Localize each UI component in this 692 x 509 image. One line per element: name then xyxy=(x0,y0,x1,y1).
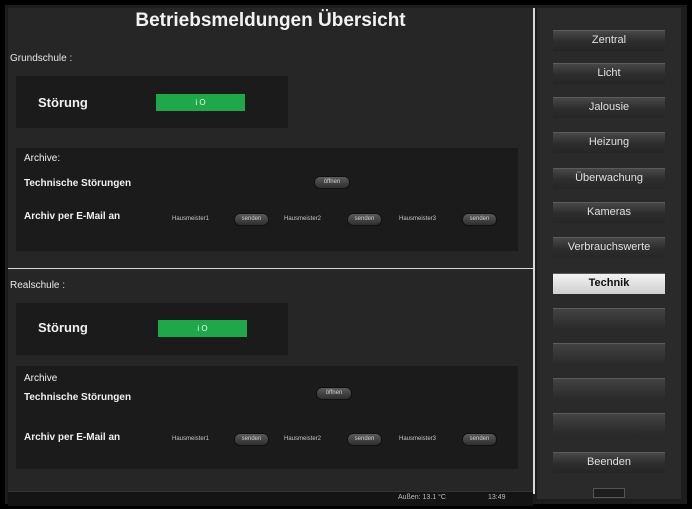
archive-panel-realschule: Archive Technische Störungen öffnen Arch… xyxy=(16,366,518,469)
clock: 13:49 xyxy=(488,494,506,501)
nav-empty-3[interactable] xyxy=(553,378,665,399)
nav-zentral[interactable]: Zentral xyxy=(553,30,665,51)
stoerung-panel-grundschule: Störung i O xyxy=(16,76,288,128)
main-panel: Betriebsmeldungen Übersicht Grundschule … xyxy=(8,8,535,506)
section-divider xyxy=(8,268,533,269)
open-button[interactable]: öffnen xyxy=(314,176,350,189)
stoerung-label: Störung xyxy=(38,320,88,335)
send-button[interactable]: senden xyxy=(347,213,382,226)
archive-label: Archive xyxy=(24,373,58,384)
stoerung-panel-realschule: Störung i O xyxy=(16,303,288,355)
nav-beenden[interactable]: Beenden xyxy=(553,452,665,473)
recipient-name: Hausmeister3 xyxy=(399,436,437,442)
nav-empty-4[interactable] xyxy=(553,413,665,434)
section-label-grundschule: Grundschule : xyxy=(10,53,73,64)
recipient-name: Hausmeister2 xyxy=(284,216,322,222)
send-button[interactable]: senden xyxy=(234,213,269,226)
send-button[interactable]: senden xyxy=(234,433,269,446)
send-button[interactable]: senden xyxy=(462,213,497,226)
nav-empty-1[interactable] xyxy=(553,308,665,329)
recipient-name: Hausmeister3 xyxy=(399,216,437,222)
recipient-name: Hausmeister2 xyxy=(284,436,322,442)
nav-technik[interactable]: Technik xyxy=(553,273,665,294)
archive-panel-grundschule: Archive: Technische Störungen öffnen Arc… xyxy=(16,148,518,251)
nav-ueberwachung[interactable]: Überwachung xyxy=(553,168,665,189)
archive-label: Archive: xyxy=(24,153,61,164)
nav-licht[interactable]: Licht xyxy=(553,63,665,84)
email-archive-label: Archiv per E-Mail an xyxy=(24,432,121,443)
nav-heizung[interactable]: Heizung xyxy=(553,132,665,153)
status-indicator: i O xyxy=(158,320,247,337)
send-button[interactable]: senden xyxy=(462,433,497,446)
nav-jalousie[interactable]: Jalousie xyxy=(553,97,665,118)
nav-empty-2[interactable] xyxy=(553,343,665,364)
tech-stoerungen-label: Technische Störungen xyxy=(24,178,132,189)
email-archive-label: Archiv per E-Mail an xyxy=(24,211,121,222)
sidebar-nav: Zentral Licht Jalousie Heizung Überwachu… xyxy=(537,8,681,499)
stoerung-label: Störung xyxy=(38,95,88,110)
status-bar: Außen: 13.1 °C 13:49 xyxy=(8,491,533,506)
footer-indicator xyxy=(593,488,625,498)
recipient-name: Hausmeister1 xyxy=(172,436,210,442)
send-button[interactable]: senden xyxy=(347,433,382,446)
page-title: Betriebsmeldungen Übersicht xyxy=(135,10,406,31)
outside-temperature: Außen: 13.1 °C xyxy=(398,494,446,501)
tech-stoerungen-label: Technische Störungen xyxy=(24,392,132,403)
open-button[interactable]: öffnen xyxy=(316,387,352,400)
nav-verbrauchswerte[interactable]: Verbrauchswerte xyxy=(553,237,665,258)
section-label-realschule: Realschule : xyxy=(10,280,66,291)
status-indicator: i O xyxy=(156,94,245,111)
nav-kameras[interactable]: Kameras xyxy=(553,202,665,223)
recipient-name: Hausmeister1 xyxy=(172,216,210,222)
